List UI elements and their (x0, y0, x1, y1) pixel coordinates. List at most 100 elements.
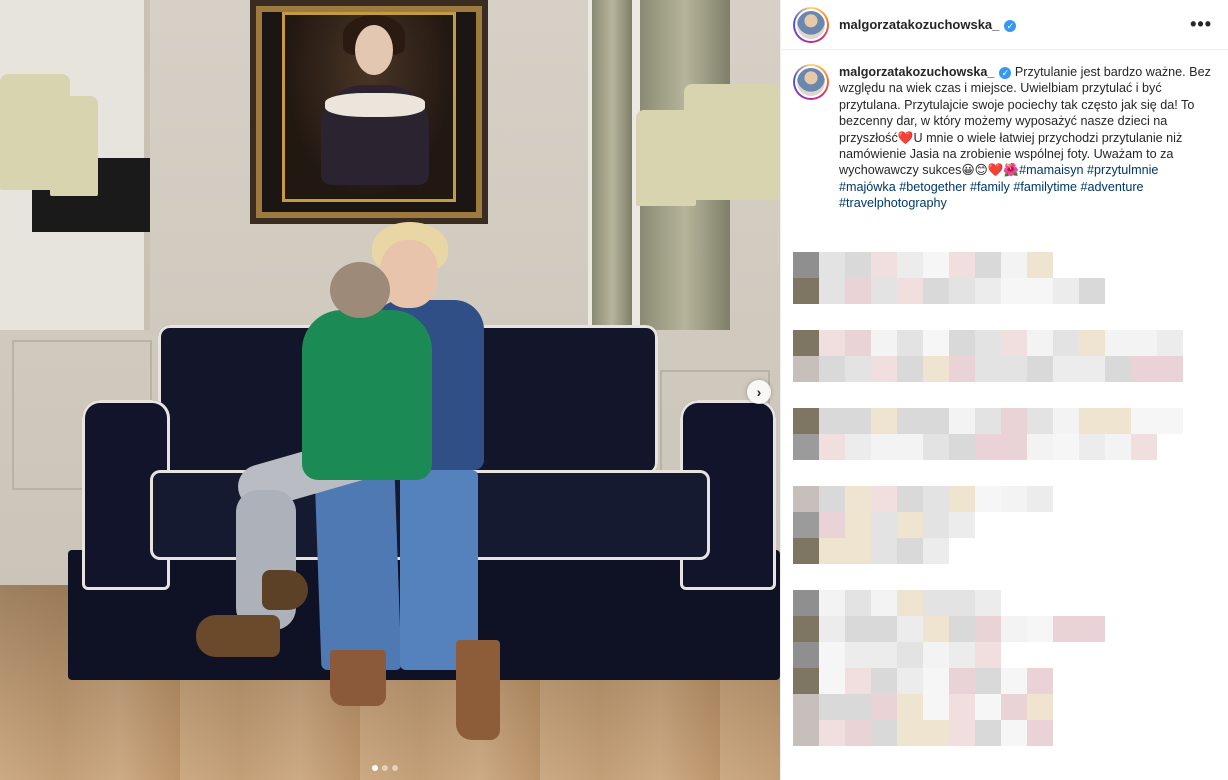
mosaic-cell (1027, 278, 1053, 304)
mosaic-cell (923, 720, 949, 746)
mosaic-cell (949, 252, 975, 278)
mosaic-cell (793, 720, 819, 746)
mosaic-cell (1105, 408, 1131, 434)
mosaic-cell (845, 668, 871, 694)
mosaic-cell (871, 720, 897, 746)
mosaic-cell (897, 538, 923, 564)
mosaic-cell (1027, 694, 1053, 720)
mosaic-cell (975, 642, 1001, 668)
mosaic-cell (897, 642, 923, 668)
mosaic-cell (793, 486, 819, 512)
mosaic-cell (871, 278, 897, 304)
mosaic-cell (1053, 434, 1079, 460)
mosaic-cell (949, 668, 975, 694)
caption-username[interactable]: malgorzatakozuchowska_ (839, 65, 994, 79)
mosaic-cell (1027, 720, 1053, 746)
mosaic-cell (871, 590, 897, 616)
hashtag-link[interactable]: #mamaisyn (1019, 163, 1083, 177)
mosaic-cell (949, 356, 975, 382)
mosaic-cell (1001, 486, 1027, 512)
mosaic-cell (975, 616, 1001, 642)
mosaic-cell (793, 538, 819, 564)
hashtag-link[interactable]: #travelphotography (839, 196, 947, 210)
mosaic-cell (819, 356, 845, 382)
mosaic-cell (1131, 408, 1157, 434)
mosaic-cell (871, 616, 897, 642)
mosaic-cell (793, 668, 819, 694)
mosaic-cell (819, 590, 845, 616)
mosaic-cell (897, 252, 923, 278)
mosaic-cell (871, 356, 897, 382)
verified-badge-icon: ✓ (999, 66, 1012, 79)
mosaic-cell (819, 278, 845, 304)
carousel-dots (372, 765, 398, 771)
mosaic-cell (949, 330, 975, 356)
mosaic-cell (1027, 616, 1053, 642)
mosaic-cell (871, 408, 897, 434)
mosaic-cell (793, 252, 819, 278)
mosaic-cell (845, 720, 871, 746)
mosaic-cell (1053, 356, 1079, 382)
mosaic-cell (1027, 668, 1053, 694)
hashtag-link[interactable]: #przytulmnie (1087, 163, 1158, 177)
hashtag-link[interactable]: #adventure (1081, 180, 1144, 194)
mosaic-cell (949, 512, 975, 538)
avatar[interactable] (793, 64, 829, 100)
mosaic-cell (923, 330, 949, 356)
username-link[interactable]: malgorzatakozuchowska_ ✓ (839, 17, 1017, 32)
username-text: malgorzatakozuchowska_ (839, 17, 1000, 32)
mosaic-cell (949, 642, 975, 668)
mosaic-cell (1001, 278, 1027, 304)
mosaic-cell (949, 434, 975, 460)
mosaic-cell (897, 356, 923, 382)
mosaic-cell (845, 538, 871, 564)
mosaic-cell (897, 434, 923, 460)
mosaic-cell (949, 720, 975, 746)
mosaic-cell (1001, 356, 1027, 382)
mosaic-cell (1001, 408, 1027, 434)
mosaic-cell (1079, 408, 1105, 434)
mosaic-cell (923, 278, 949, 304)
mosaic-cell (923, 408, 949, 434)
mosaic-cell (1001, 694, 1027, 720)
hashtag-link[interactable]: #majówka (839, 180, 896, 194)
mosaic-cell (871, 330, 897, 356)
carousel-dot (382, 765, 388, 771)
wall-painting (250, 0, 488, 224)
carousel-dot (392, 765, 398, 771)
mosaic-cell (793, 278, 819, 304)
mosaic-cell (949, 694, 975, 720)
mosaic-cell (1131, 330, 1157, 356)
mosaic-cell (923, 694, 949, 720)
hashtag-link[interactable]: #family (970, 180, 1010, 194)
post-side-panel: malgorzatakozuchowska_ ✓ ••• malgorzatako… (780, 0, 1228, 780)
mosaic-cell (923, 356, 949, 382)
mosaic-cell (871, 252, 897, 278)
mosaic-cell (871, 486, 897, 512)
mosaic-cell (975, 694, 1001, 720)
mosaic-cell (1053, 408, 1079, 434)
post-photo[interactable]: › (0, 0, 780, 780)
mosaic-cell (845, 356, 871, 382)
mosaic-cell (1027, 408, 1053, 434)
mosaic-cell (1027, 486, 1053, 512)
mosaic-cell (1027, 356, 1053, 382)
mosaic-cell (1131, 356, 1157, 382)
blurred-comments (793, 252, 1228, 780)
carousel-dot (372, 765, 378, 771)
mosaic-cell (819, 668, 845, 694)
avatar[interactable] (793, 6, 829, 43)
mosaic-cell (1157, 356, 1183, 382)
mosaic-cell (1157, 408, 1183, 434)
more-options-icon[interactable]: ••• (1190, 14, 1212, 35)
mosaic-cell (1079, 330, 1105, 356)
mosaic-cell (1131, 434, 1157, 460)
mosaic-cell (949, 408, 975, 434)
hashtag-link[interactable]: #familytime (1013, 180, 1077, 194)
mosaic-cell (871, 512, 897, 538)
mosaic-cell (949, 616, 975, 642)
carousel-next-button[interactable]: › (747, 380, 771, 404)
hashtag-link[interactable]: #betogether (899, 180, 966, 194)
mosaic-cell (793, 330, 819, 356)
mosaic-cell (975, 434, 1001, 460)
